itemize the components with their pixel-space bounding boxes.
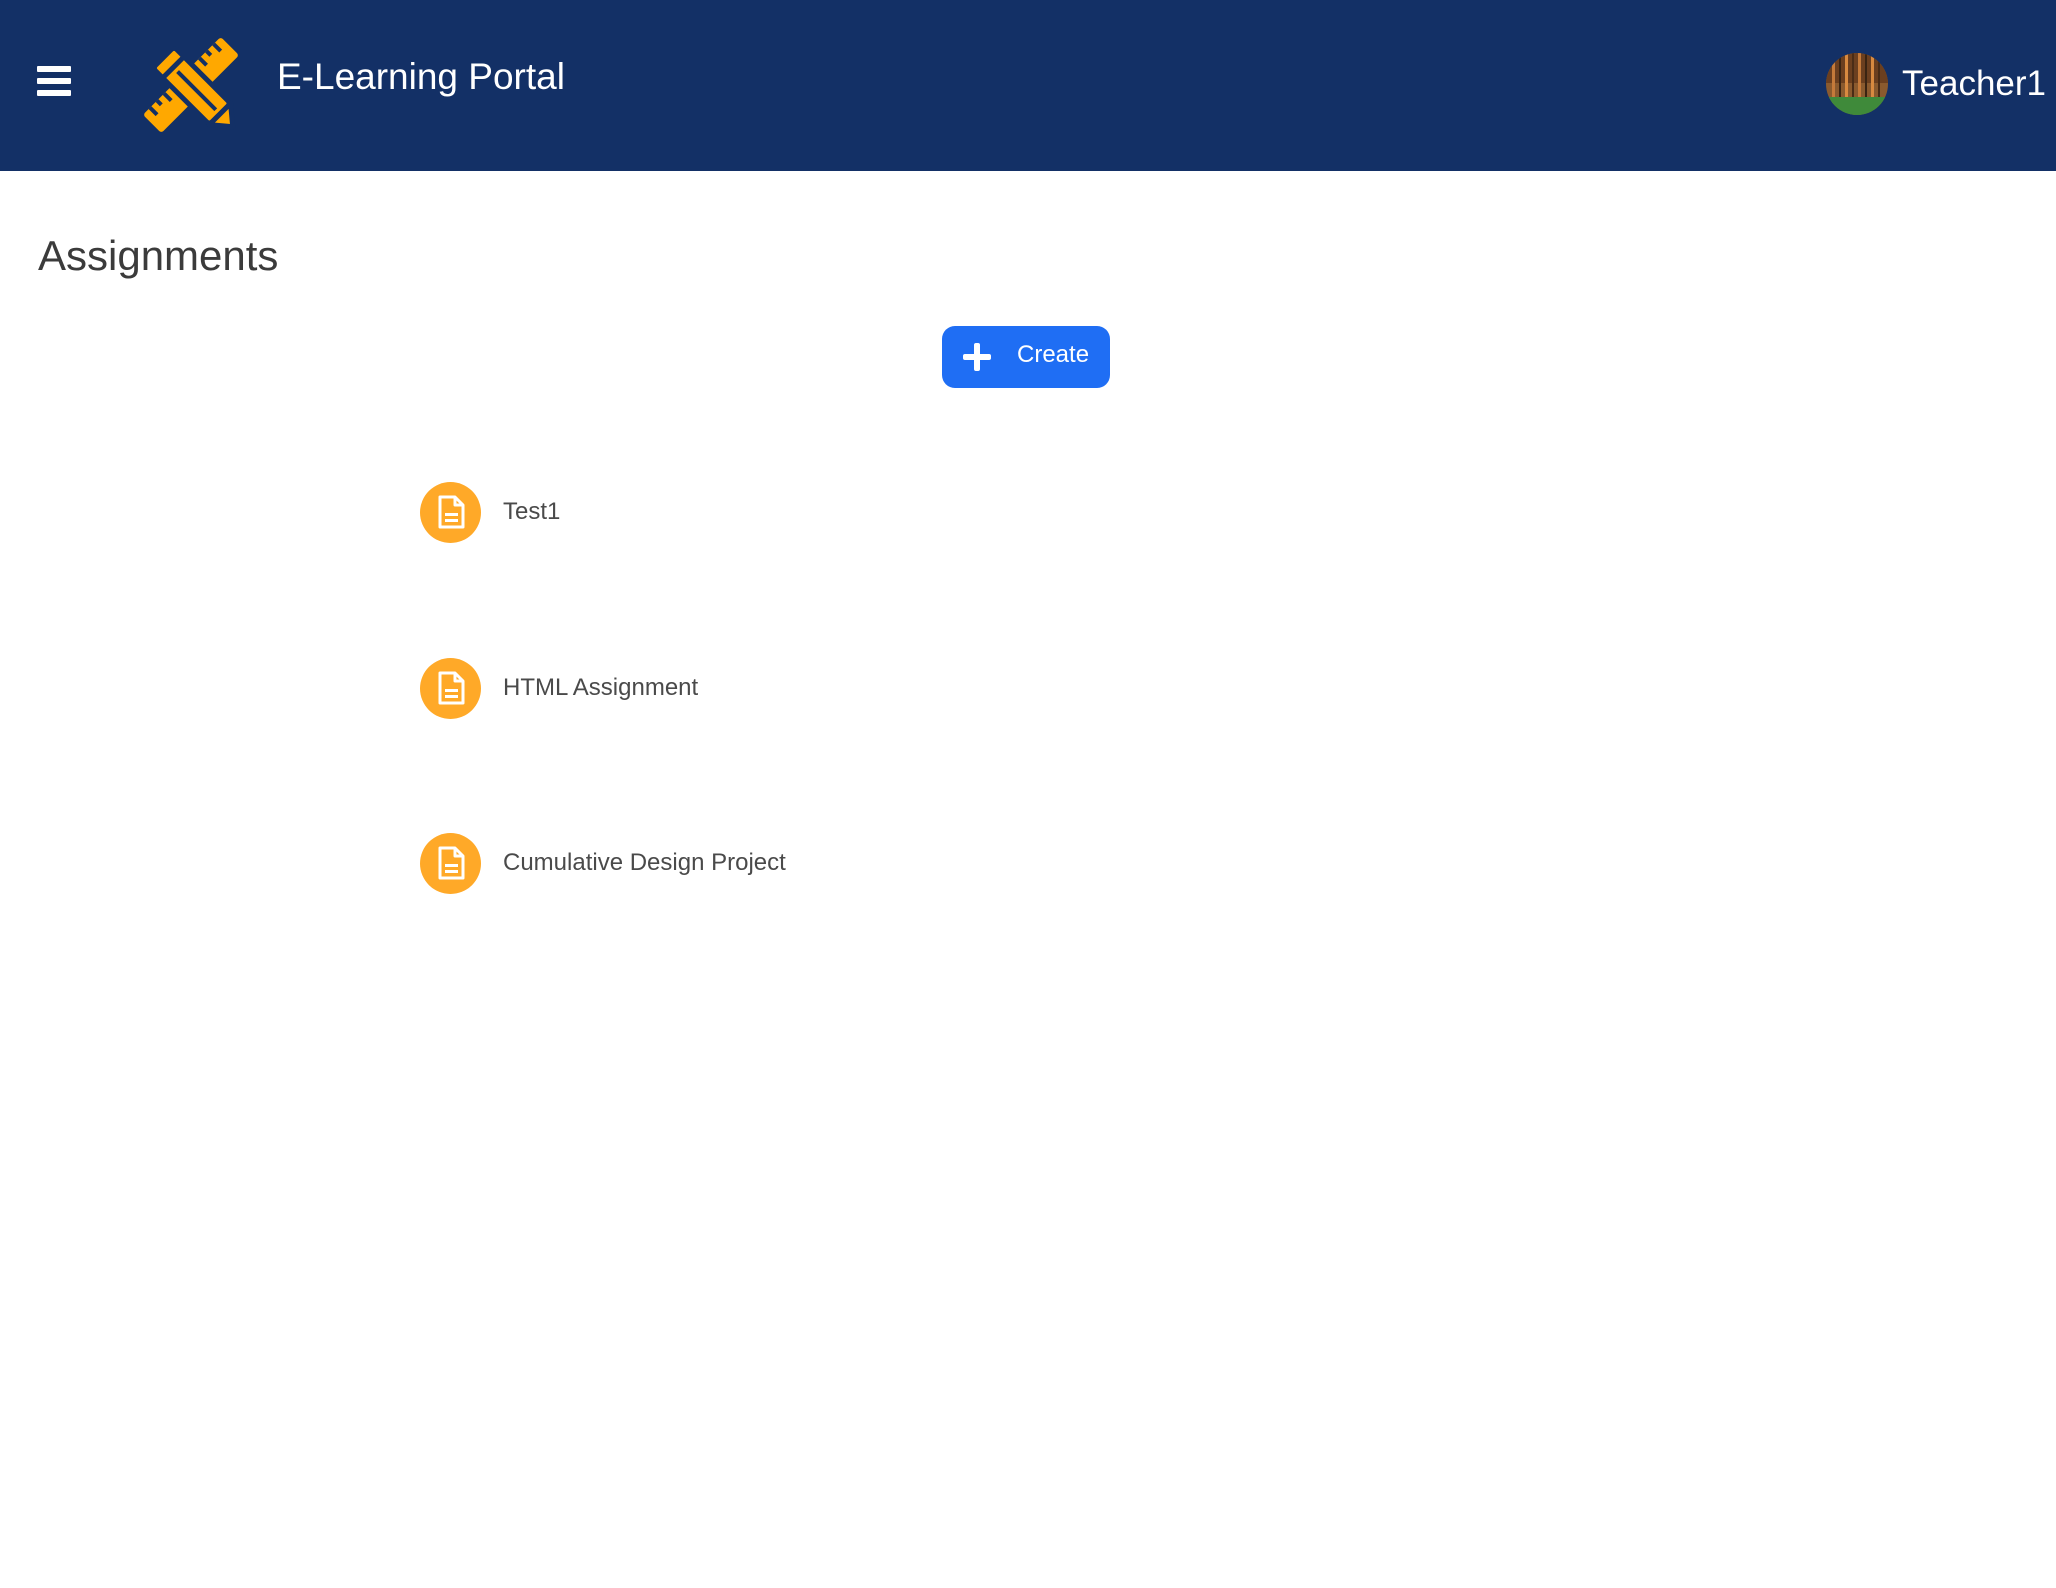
create-button[interactable]: Create — [942, 326, 1110, 388]
assignment-item[interactable]: HTML Assignment — [420, 657, 698, 719]
pencil-ruler-icon[interactable] — [130, 24, 252, 146]
assignment-name[interactable]: HTML Assignment — [503, 674, 698, 702]
hamburger-menu-icon[interactable] — [37, 66, 71, 96]
document-icon — [420, 657, 481, 719]
user-menu[interactable]: Teacher1 — [1826, 52, 2046, 116]
document-icon — [420, 481, 481, 543]
user-name[interactable]: Teacher1 — [1902, 64, 2046, 104]
assignment-item[interactable]: Test1 — [420, 481, 560, 543]
create-button-label: Create — [1017, 341, 1090, 368]
assignment-name[interactable]: Cumulative Design Project — [503, 849, 786, 877]
page-title: Assignments — [38, 232, 279, 279]
app-title: E-Learning Portal — [277, 56, 565, 97]
top-navbar: E-Learning Portal Teacher1 — [0, 0, 2056, 171]
document-icon — [420, 832, 481, 894]
avatar[interactable] — [1826, 53, 1889, 115]
plus-icon — [963, 343, 991, 371]
assignment-item[interactable]: Cumulative Design Project — [420, 832, 786, 894]
assignment-name[interactable]: Test1 — [503, 498, 560, 526]
